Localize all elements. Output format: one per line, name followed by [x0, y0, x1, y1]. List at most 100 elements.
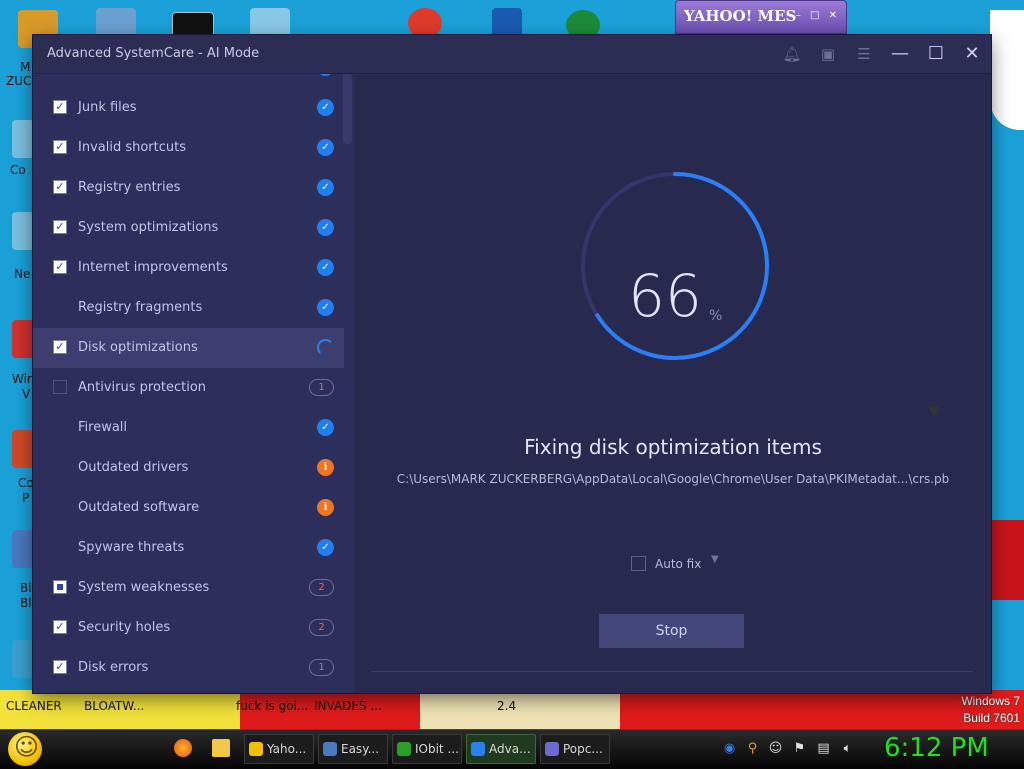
desktop-icon-label: Bl [20, 596, 32, 610]
scan-item[interactable]: ✓ Disk optimizations [33, 328, 344, 368]
taskbar-task[interactable]: Easy... [318, 734, 388, 764]
flag-icon[interactable]: ⚑ [792, 741, 807, 756]
check-circle-icon: ✓ [317, 74, 334, 76]
scan-item-label: Firewall [78, 420, 128, 435]
firefox-icon[interactable] [174, 739, 192, 757]
scan-item[interactable]: System weaknesses 2 [33, 568, 344, 608]
info-icon: i [317, 499, 334, 516]
taskbar-task-label: Adva... [489, 742, 531, 756]
desktop-icon[interactable] [12, 430, 34, 468]
taskbar: Yaho...Easy...IObit ...Adva...Popc... ◉ … [0, 729, 1024, 769]
desktop-icon[interactable] [12, 530, 34, 568]
scan-item-label: Invalid shortcuts [78, 140, 187, 155]
network-icon[interactable]: ▤ [816, 741, 831, 756]
scan-item-checkbox[interactable]: ✓ [53, 660, 67, 674]
menu-icon[interactable]: ☰ [851, 41, 877, 67]
scan-item[interactable]: Outdated software i [33, 488, 344, 528]
close-button[interactable]: ✕ [959, 41, 985, 67]
app-icon [323, 742, 337, 756]
title-bar[interactable]: Advanced SystemCare - AI Mode 🔔︎ ▣ ☰ — ☐… [33, 35, 991, 74]
taskbar-task-label: Yaho... [267, 742, 307, 756]
scan-item-checkbox[interactable]: ✓ [53, 100, 67, 114]
scan-item-checkbox[interactable] [53, 580, 67, 594]
scan-item-checkbox[interactable]: ✓ [53, 140, 67, 154]
scan-item-label: Disk errors [78, 660, 149, 675]
scan-item[interactable]: Spyware threats ✓ [33, 528, 344, 568]
taskbar-task[interactable]: Yaho... [244, 734, 314, 764]
bell-icon[interactable]: 🔔︎ [779, 41, 805, 67]
desktop-icon[interactable] [12, 640, 34, 678]
desktop-icon[interactable] [12, 120, 34, 158]
scan-item[interactable]: Firewall ✓ [33, 408, 344, 448]
desktop-icon-label: Wir [12, 372, 32, 386]
scan-item[interactable]: Registry fragments ✓ [33, 288, 344, 328]
scan-item-checkbox[interactable]: ✓ [53, 340, 67, 354]
desktop-icon[interactable] [408, 8, 442, 38]
messenger-tray-icon[interactable]: ☺ [768, 741, 783, 756]
scan-item-label: Antivirus protection [78, 380, 207, 395]
percent-sign: % [709, 308, 723, 324]
windows-build: Build 7601 [963, 711, 1020, 725]
desktop-icon-label: BLOATW... [84, 699, 145, 713]
scan-item-checkbox[interactable]: ✓ [53, 260, 67, 274]
scan-item[interactable]: ✓ Disk errors 1 [33, 648, 344, 688]
scan-item[interactable]: ✓ Security holes 2 [33, 608, 344, 648]
info-icon: i [317, 459, 334, 476]
check-circle-icon: ✓ [317, 419, 334, 436]
check-circle-icon: ✓ [317, 179, 334, 196]
scan-item-label: System weaknesses [78, 580, 210, 595]
desktop-icon-label: 2.4 [497, 699, 517, 713]
scan-item[interactable]: ✓ Registry entries ✓ [33, 168, 344, 208]
check-circle-icon: ✓ [317, 299, 334, 316]
scan-item[interactable]: ✓Privacy traces✓ [33, 74, 344, 88]
window-title: Advanced SystemCare - AI Mode [47, 46, 260, 61]
taskbar-task[interactable]: Adva... [466, 734, 536, 764]
scan-item-label: Privacy traces [78, 74, 170, 75]
windows-version: Windows 7 [961, 694, 1020, 708]
issue-count-badge: 2 [309, 579, 334, 596]
wallpaper-white-shape [990, 10, 1024, 130]
scan-item-label: Internet improvements [78, 260, 228, 275]
yahoo-messenger-window[interactable]: YAHOO! MES – □ ✕ [675, 0, 847, 34]
clock[interactable]: 6:12 PM [884, 733, 989, 763]
scan-item[interactable]: ✓ Invalid shortcuts ✓ [33, 128, 344, 168]
desktop-icon[interactable] [12, 212, 34, 250]
scan-item[interactable]: ✓ Junk files ✓ [33, 88, 344, 128]
scan-item-label: Outdated drivers [78, 460, 189, 475]
app-icon [471, 742, 485, 756]
folder-icon[interactable] [212, 739, 230, 757]
auto-fix-checkbox[interactable] [631, 556, 646, 571]
mouse-cursor-icon [927, 400, 943, 418]
app-icon [249, 742, 263, 756]
scan-item[interactable]: Antivirus protection 1 [33, 368, 344, 408]
chevron-down-icon[interactable]: ▼ [711, 554, 719, 565]
scan-item-checkbox[interactable]: ✓ [53, 220, 67, 234]
asc-window: Advanced SystemCare - AI Mode 🔔︎ ▣ ☰ — ☐… [33, 35, 991, 693]
briefcase-icon[interactable]: ▣ [815, 41, 841, 67]
volume-icon[interactable]: 🔈︎ [840, 741, 855, 756]
search-icon[interactable]: ⚲ [745, 741, 760, 756]
status-headline: Fixing disk optimization items [524, 435, 822, 459]
minimize-button[interactable]: — [887, 41, 913, 67]
scan-item-checkbox[interactable]: ✓ [53, 180, 67, 194]
scan-item[interactable]: ✓ System optimizations ✓ [33, 208, 344, 248]
taskbar-task[interactable]: Popc... [540, 734, 610, 764]
desktop-icon-label: fuck is goi... [236, 699, 309, 713]
stop-button[interactable]: Stop [599, 614, 744, 648]
desktop-icon-label: P [22, 491, 30, 505]
divider [371, 671, 973, 672]
sidebar-scrollbar[interactable] [343, 74, 352, 144]
start-button[interactable] [8, 732, 42, 766]
asc-tray-icon[interactable]: ◉ [722, 741, 737, 756]
desktop-icon-label: Co [10, 163, 26, 177]
scan-item[interactable]: Outdated drivers i [33, 448, 344, 488]
scan-item-label: System optimizations [78, 220, 219, 235]
scan-item-label: Junk files [78, 100, 137, 115]
scan-item-checkbox[interactable] [53, 380, 67, 394]
scan-item-checkbox[interactable]: ✓ [53, 620, 67, 634]
yahoo-window-controls[interactable]: – □ ✕ [796, 1, 840, 31]
maximize-button[interactable]: ☐ [923, 41, 949, 67]
desktop-icon[interactable] [12, 320, 34, 358]
scan-item[interactable]: ✓ Internet improvements ✓ [33, 248, 344, 288]
taskbar-task[interactable]: IObit ... [392, 734, 462, 764]
